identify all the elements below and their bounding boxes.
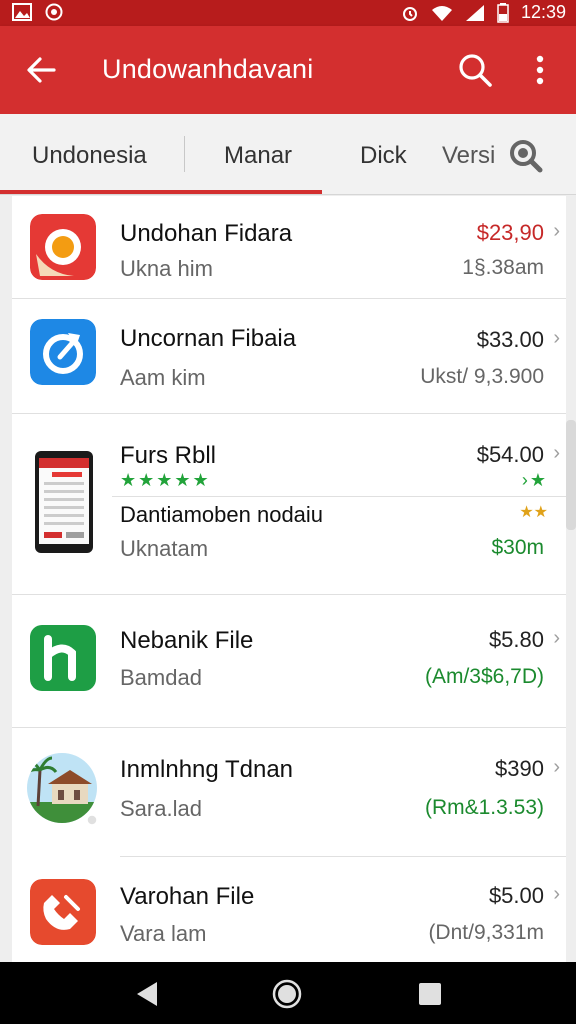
app-list: Undohan Fidara Ukna him $23,90 1§.38am ›… xyxy=(12,196,566,962)
tab-search-icon[interactable] xyxy=(506,136,544,174)
tab-versi[interactable]: Versi xyxy=(442,142,495,170)
item-subtitle: Sara.lad xyxy=(120,796,202,821)
chevron-right-icon: › xyxy=(553,327,560,349)
list-item[interactable]: Nebanik File Bamdad $5.80 (Am/3$6,7D) › xyxy=(12,595,566,727)
item-detail: 1§.38am xyxy=(462,256,544,279)
battery-icon xyxy=(497,2,509,23)
item-title: Inmlnhng Tdnan xyxy=(120,756,294,783)
item-detail: $30m xyxy=(491,536,544,559)
chevron-right-icon: › xyxy=(553,442,560,464)
chevron-right-icon: › xyxy=(553,883,560,905)
status-time: 12:39 xyxy=(520,2,566,22)
house-photo-avatar xyxy=(27,753,98,826)
tab-dick[interactable]: Dick xyxy=(360,142,407,170)
item-price: $5.00 xyxy=(488,883,544,908)
chevron-right-icon: › xyxy=(553,756,560,778)
chevron-right-icon: › xyxy=(553,627,560,649)
phone-screenshot-icon xyxy=(35,451,93,553)
item-title: Furs Rbll xyxy=(120,442,217,469)
search-icon[interactable] xyxy=(455,50,495,90)
nav-back-icon[interactable] xyxy=(134,980,160,1008)
app-icon-green-h xyxy=(30,625,96,691)
app-icon-blue-compass xyxy=(30,319,96,385)
item-subtitle: Uknatam xyxy=(120,536,209,561)
notification-app-icon xyxy=(45,3,63,21)
nav-recents-icon[interactable] xyxy=(418,982,442,1006)
list-item[interactable]: Furs Rbll ★★★★★ Dantiamoben nodaiu Uknat… xyxy=(12,414,566,594)
navigation-bar xyxy=(0,962,576,1024)
item-title: Varohan File xyxy=(120,883,255,910)
item-price: $390 xyxy=(495,756,544,781)
item-subtitle: Aam kim xyxy=(120,365,206,390)
item-subtitle: Vara lam xyxy=(120,921,207,946)
rating-stars-icon: ★★★★★ xyxy=(120,470,211,490)
nav-home-icon[interactable] xyxy=(272,979,302,1009)
item-subtitle: Bamdad xyxy=(120,665,202,690)
list-item[interactable]: Undohan Fidara Ukna him $23,90 1§.38am › xyxy=(12,196,566,298)
item-title: Undohan Fidara xyxy=(120,220,293,247)
item-price: $54.00 xyxy=(476,442,544,467)
signal-icon xyxy=(465,4,484,21)
chevron-right-icon: › xyxy=(553,220,560,242)
app-icon-red-circle xyxy=(30,214,96,280)
item-detail: Ukst/ 9,3.900 xyxy=(420,365,544,388)
app-bar: Undowanhdavani xyxy=(0,26,576,114)
small-stars-icon: ›★ xyxy=(521,470,548,490)
item-detail: (Am/3$6,7D) xyxy=(424,665,544,688)
list-item[interactable]: Uncornan Fibaia Aam kim $33.00 Ukst/ 9,3… xyxy=(12,299,566,413)
app-title: Undowanhdavani xyxy=(102,54,314,84)
tab-underline-left xyxy=(0,190,184,194)
item-subtitle-secondary: Dantiamoben nodaiu xyxy=(120,502,324,527)
item-price: $23,90 xyxy=(476,220,544,245)
tab-undonesia[interactable]: Undonesia xyxy=(32,142,147,170)
more-vert-icon[interactable] xyxy=(528,50,552,90)
back-arrow-icon[interactable] xyxy=(22,50,62,90)
item-subtitle: Ukna him xyxy=(120,256,213,281)
tab-divider xyxy=(184,136,185,172)
item-detail: (Dnt/9,331m xyxy=(428,921,544,944)
item-price: $5.80 xyxy=(488,627,544,652)
alarm-icon xyxy=(402,6,417,21)
notification-image-icon xyxy=(12,3,32,21)
inner-divider xyxy=(112,496,566,497)
scrollbar[interactable] xyxy=(566,420,576,530)
status-bar: 12:39 xyxy=(0,0,576,26)
item-detail: (Rm&1.3.53) xyxy=(424,796,544,819)
list-item[interactable]: Varohan File Vara lam $5.00 (Dnt/9,331m … xyxy=(12,857,566,962)
tab-manar[interactable]: Manar xyxy=(224,142,292,170)
wifi-icon xyxy=(431,5,452,21)
item-price: $33.00 xyxy=(476,327,544,352)
item-title: Nebanik File xyxy=(120,627,254,654)
gold-stars-icon: ★★ xyxy=(519,504,548,521)
tab-bar: Undonesia Manar Dick Versi xyxy=(0,114,576,195)
active-tab-indicator xyxy=(184,190,322,194)
list-item[interactable]: Inmlnhng Tdnan Sara.lad $390 (Rm&1.3.53)… xyxy=(12,728,566,856)
app-icon-orange-phone xyxy=(30,879,96,945)
item-title: Uncornan Fibaia xyxy=(120,325,297,352)
